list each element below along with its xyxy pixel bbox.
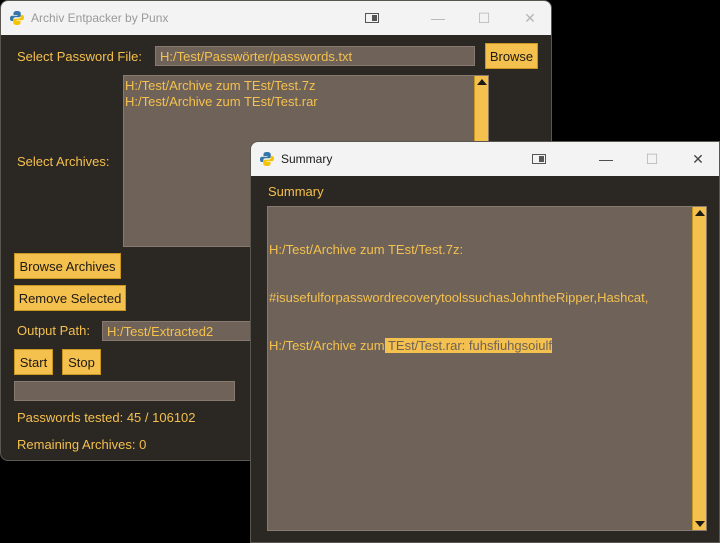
snap-layout-icon — [365, 13, 379, 23]
archive-list-item[interactable]: H:/Test/Archive zum TEst/Test.7z — [125, 78, 472, 94]
summary-heading: Summary — [268, 184, 324, 199]
scroll-up-icon[interactable] — [695, 210, 705, 216]
minimize-icon: — — [431, 10, 445, 26]
summary-textbox[interactable]: H:/Test/Archive zum TEst/Test.7z: #isuse… — [267, 206, 707, 531]
summary-window: Summary — ☐ ✕ Summary H:/Test/Archive zu… — [250, 141, 720, 543]
minimize-icon: — — [599, 151, 613, 167]
python-icon — [10, 11, 24, 25]
minimize-button[interactable]: — — [583, 142, 629, 176]
close-icon: ✕ — [692, 150, 704, 167]
remaining-archives-status: Remaining Archives: 0 — [17, 437, 147, 452]
maximize-button[interactable]: ☐ — [629, 142, 675, 176]
snap-layout-icon — [532, 154, 546, 164]
summary-line-3[interactable]: H:/Test/Archive zum TEst/Test.rar: fuhsf… — [269, 338, 688, 354]
output-path-field[interactable]: H:/Test/Extracted2 — [102, 321, 252, 341]
summary-line-1[interactable]: H:/Test/Archive zum TEst/Test.7z: — [269, 242, 688, 258]
maximize-icon: ☐ — [645, 150, 659, 167]
remove-selected-button[interactable]: Remove Selected — [14, 285, 126, 311]
close-button[interactable]: ✕ — [507, 1, 551, 35]
archives-label: Select Archives: — [17, 154, 110, 169]
main-titlebar[interactable]: Archiv Entpacker by Punx — ☐ ✕ — [1, 1, 551, 35]
password-file-field[interactable]: H:/Test/Passwörter/passwords.txt — [155, 46, 475, 66]
maximize-button[interactable]: ☐ — [461, 1, 507, 35]
browse-archives-button[interactable]: Browse Archives — [14, 253, 121, 279]
snap-layout-button[interactable] — [516, 142, 562, 176]
browse-button[interactable]: Browse — [485, 43, 538, 69]
passwords-tested-status: Passwords tested: 45 / 106102 — [17, 410, 196, 425]
archive-list-item[interactable]: H:/Test/Archive zum TEst/Test.rar — [125, 94, 472, 110]
minimize-button[interactable]: — — [415, 1, 461, 35]
close-icon: ✕ — [524, 9, 536, 26]
main-window-title: Archiv Entpacker by Punx — [31, 11, 169, 25]
close-button[interactable]: ✕ — [675, 142, 719, 176]
password-file-label: Select Password File: — [17, 49, 142, 64]
start-button[interactable]: Start — [14, 349, 53, 375]
output-path-label: Output Path: — [17, 323, 90, 338]
python-icon — [260, 152, 274, 166]
summary-scrollbar[interactable] — [692, 207, 706, 530]
stop-button[interactable]: Stop — [62, 349, 101, 375]
progress-bar — [14, 381, 235, 401]
snap-layout-button[interactable] — [349, 1, 395, 35]
summary-selected-text[interactable]: TEst/Test.rar: fuhsfiuhgsoiulf — [384, 338, 552, 353]
summary-line-3-text[interactable]: H:/Test/Archive zum — [269, 338, 385, 353]
scroll-up-icon[interactable] — [477, 79, 487, 85]
summary-titlebar[interactable]: Summary — ☐ ✕ — [251, 142, 719, 176]
maximize-icon: ☐ — [477, 9, 491, 26]
scroll-down-icon[interactable] — [695, 521, 705, 527]
summary-window-title: Summary — [281, 152, 333, 166]
summary-line-2[interactable]: #isusefulforpasswordrecoverytoolssuchasJ… — [269, 290, 688, 306]
